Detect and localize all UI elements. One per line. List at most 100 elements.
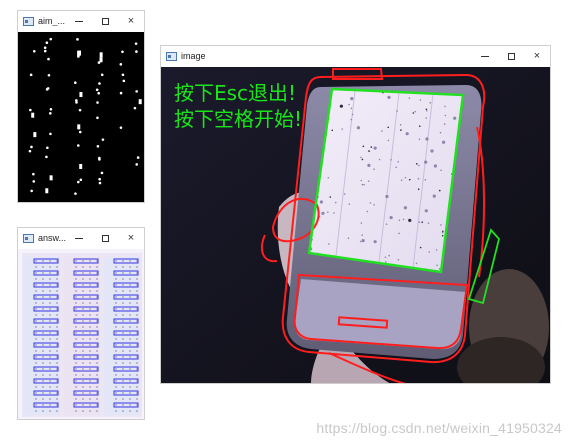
maximize-button[interactable] (498, 46, 524, 66)
sheet-dot (49, 374, 51, 376)
sheet-dot (122, 392, 124, 394)
sheet-dot (82, 302, 84, 304)
window-app-icon (166, 51, 177, 61)
sheet-dot (122, 344, 124, 346)
sheet-dot (129, 272, 131, 274)
sheet-dot (75, 374, 77, 376)
binary-dot (96, 116, 99, 120)
sheet-dot (89, 410, 91, 412)
sheet-dot (82, 350, 84, 352)
sheet-mark (417, 177, 420, 180)
binary-dot (74, 192, 77, 195)
sheet-dot (115, 380, 117, 382)
sheet-dot (115, 350, 117, 352)
sheet-mark (360, 156, 362, 159)
sheet-dot (35, 302, 37, 304)
sheet-dot (115, 398, 117, 400)
sheet-dot (115, 338, 117, 340)
answer-window: answ... × (17, 227, 145, 420)
maximize-button[interactable] (92, 228, 118, 248)
minimize-button[interactable] (472, 46, 498, 66)
sheet-dot (56, 374, 58, 376)
sheet-mark (326, 211, 329, 213)
binary-dot (78, 108, 82, 112)
binary-dot (119, 126, 123, 129)
sheet-dot (42, 308, 44, 310)
sheet-mark (385, 223, 388, 225)
sheet-dot (115, 326, 117, 328)
sheet-dot (82, 380, 84, 382)
sheet-dot (42, 386, 44, 388)
sheet-dot (35, 344, 37, 346)
sheet-dot (82, 356, 84, 358)
sheet-dot (35, 356, 37, 358)
binary-dot (43, 46, 47, 49)
sheet-dot (56, 338, 58, 340)
close-button[interactable]: × (524, 46, 550, 66)
sheet-dot (56, 410, 58, 412)
sheet-dot (49, 326, 51, 328)
image-titlebar[interactable]: image × (161, 46, 550, 66)
minimize-button[interactable] (66, 228, 92, 248)
binary-dot (98, 82, 101, 85)
sheet-dot (122, 356, 124, 358)
sheet-mark (361, 238, 365, 243)
binary-dot (28, 149, 32, 153)
sheet-dot (42, 410, 44, 412)
sheet-dot (75, 302, 77, 304)
sheet-dot (35, 290, 37, 292)
sheet-dot (129, 284, 131, 286)
binary-dot (49, 112, 52, 115)
sheet-mark (348, 203, 351, 205)
sheet-dot (129, 380, 131, 382)
sheet-mark (436, 264, 438, 267)
sheet-mark (419, 246, 422, 249)
maximize-icon (101, 234, 109, 242)
maximize-button[interactable] (92, 11, 118, 31)
sheet-dot (136, 338, 138, 340)
sheet-dot (115, 362, 117, 364)
sheet-dot (35, 350, 37, 352)
sheet-dot (129, 296, 131, 298)
sheet-dot (136, 362, 138, 364)
sheet-dot (136, 314, 138, 316)
answer-titlebar[interactable]: answ... × (18, 228, 144, 248)
sheet-dot (49, 314, 51, 316)
sheet-dot (115, 404, 117, 406)
sheet-dot (96, 398, 98, 400)
binary-dot (75, 99, 78, 102)
sheet-mark (328, 243, 330, 245)
sheet-mark (321, 211, 325, 215)
sheet-dot (129, 368, 131, 370)
sheet-dot (129, 356, 131, 358)
sheet-dot (49, 266, 51, 268)
sheet-dot (42, 398, 44, 400)
sheet-dot (129, 278, 131, 280)
binary-dot (135, 163, 139, 166)
minimize-button[interactable] (66, 11, 92, 31)
sheet-dot (96, 374, 98, 376)
sheet-dot (35, 314, 37, 316)
binary-dot (100, 171, 104, 175)
sheet-dot (89, 392, 91, 394)
sheet-mark (331, 129, 334, 132)
binary-dot (97, 91, 100, 95)
sheet-mark (415, 262, 418, 265)
sheet-dot (115, 392, 117, 394)
sheet-mark (408, 178, 411, 181)
sheet-mark (359, 240, 362, 243)
image-window-title: image (181, 51, 206, 61)
aim-titlebar[interactable]: aim_... × (18, 11, 144, 31)
sheet-mark (438, 189, 441, 192)
close-button[interactable]: × (118, 228, 144, 248)
sheet-dot (115, 296, 117, 298)
sheet-mark (396, 110, 398, 112)
sheet-dot (49, 392, 51, 394)
sheet-dot (42, 290, 44, 292)
binary-dot (95, 88, 99, 92)
close-button[interactable]: × (118, 11, 144, 31)
sheet-dot (75, 320, 77, 322)
sheet-dot (56, 302, 58, 304)
sheet-dot (129, 260, 131, 262)
overlay-text-exit: 按下Esc退出! (174, 81, 297, 105)
